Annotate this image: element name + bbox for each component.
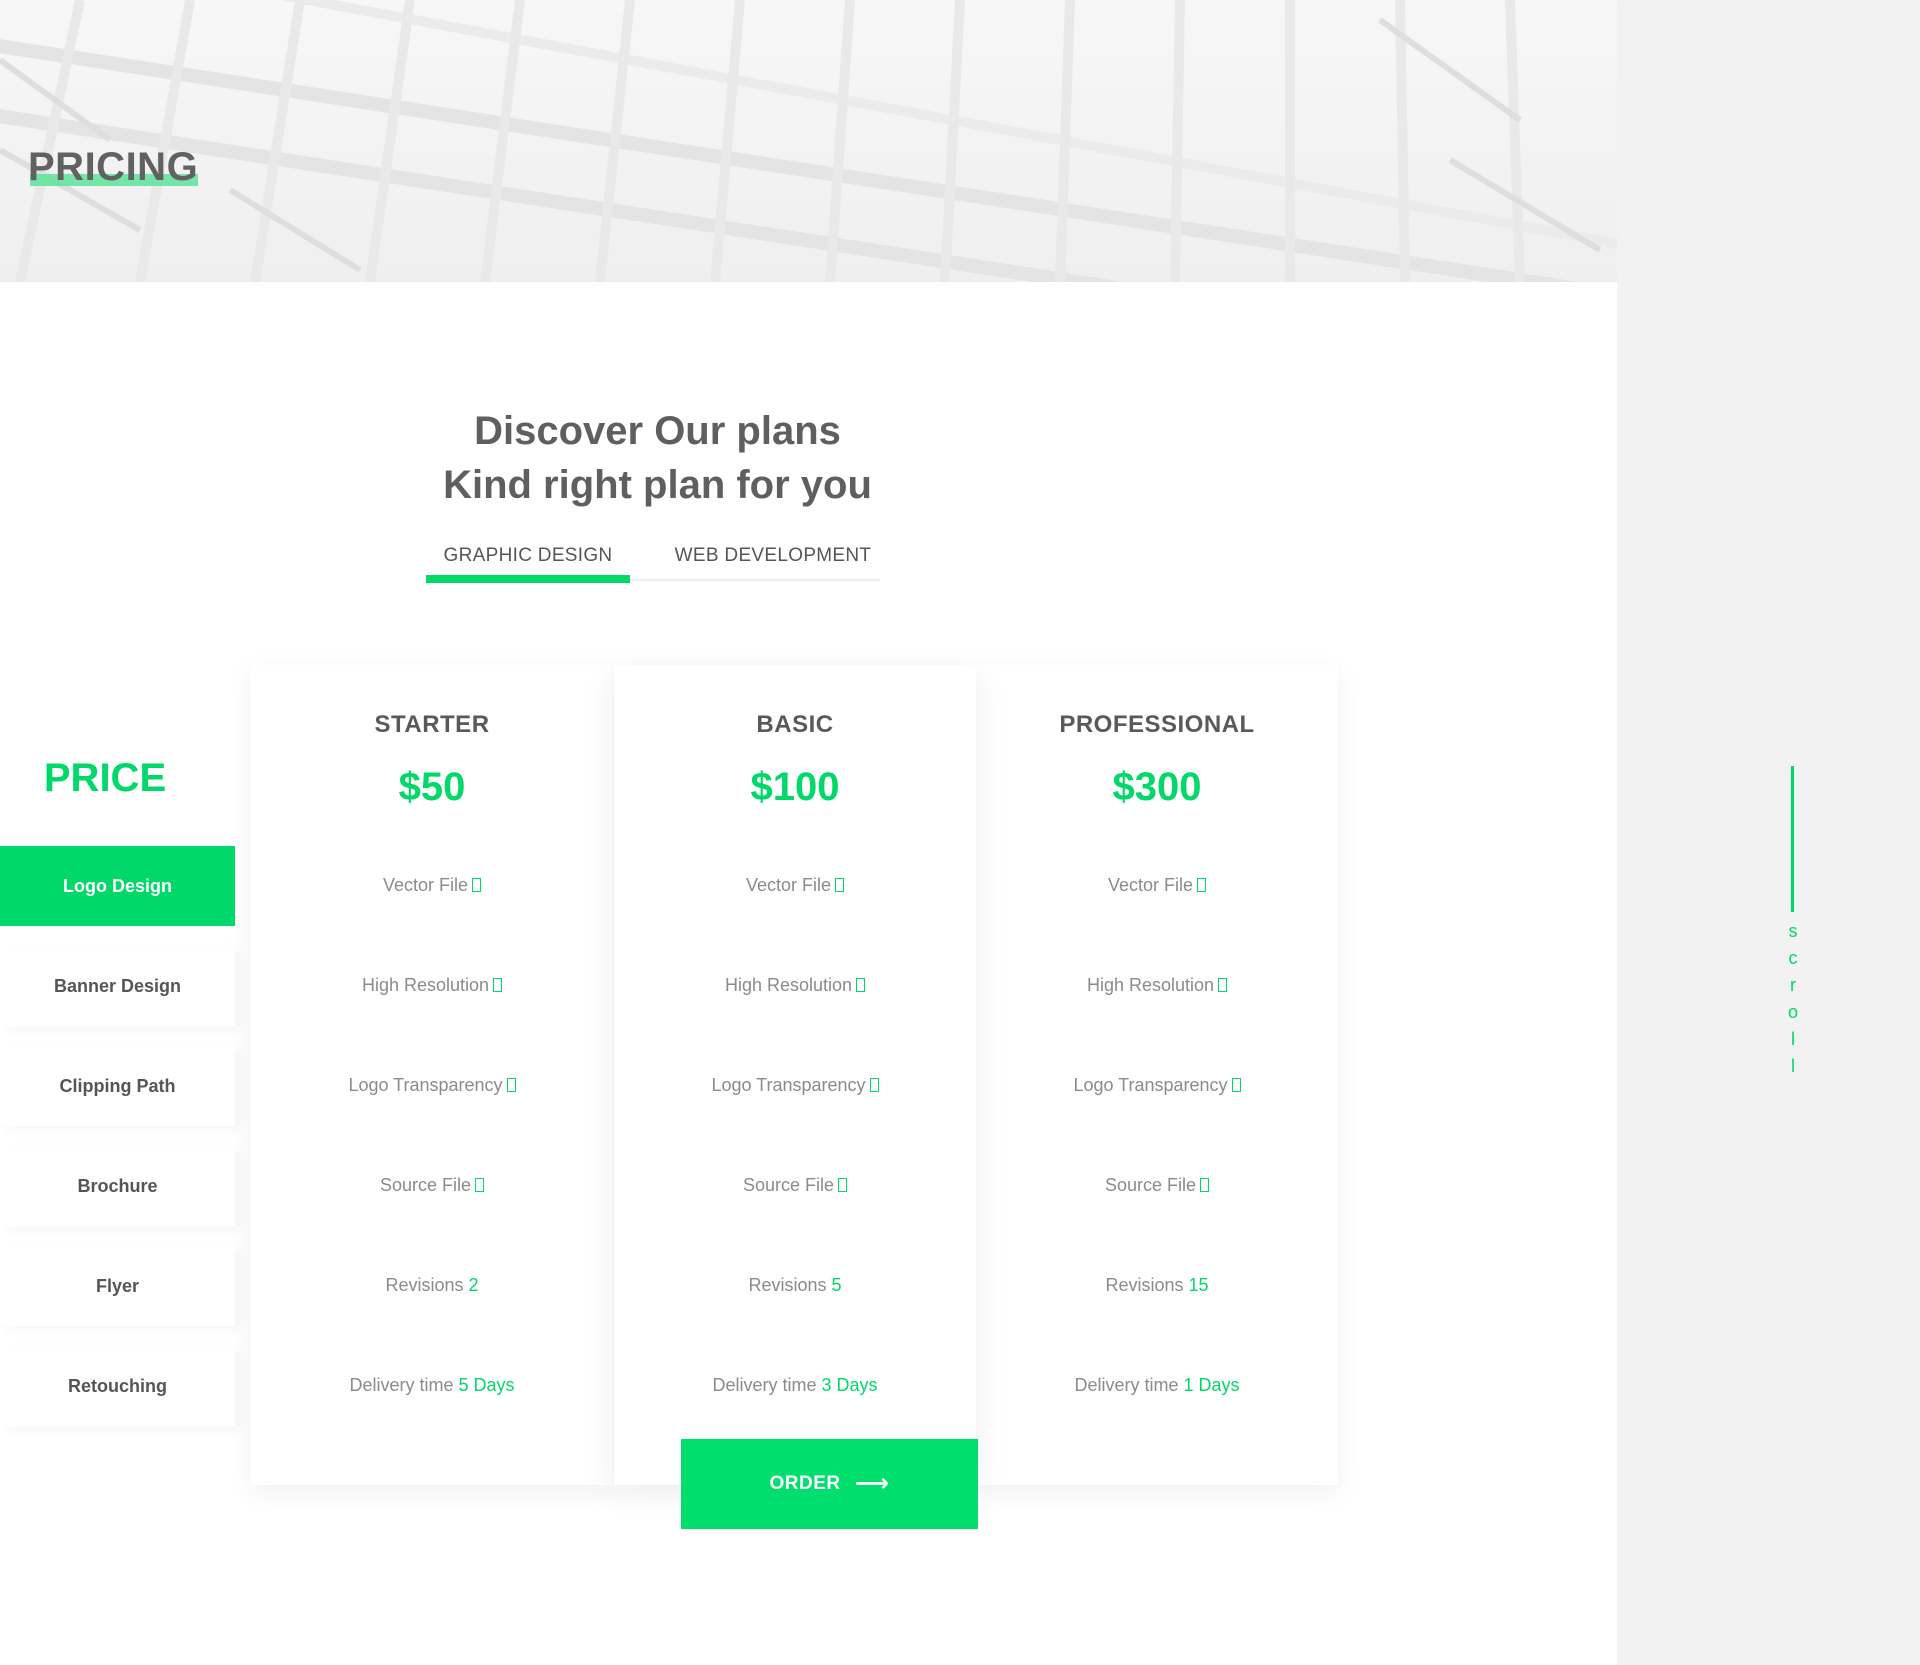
arrow-right-icon: ⟶ [854, 1470, 890, 1497]
feature-revisions: Revisions 2 [251, 1275, 613, 1305]
check-icon [856, 978, 866, 992]
feature-label: Revisions [385, 1275, 464, 1295]
scroll-letter: l [1791, 1029, 1795, 1049]
check-icon [506, 1078, 516, 1092]
feature-logo-transparency: Logo Transparency [251, 1075, 613, 1105]
scroll-letter: l [1791, 1056, 1795, 1076]
check-icon [835, 878, 845, 892]
feature-label: High Resolution [1086, 975, 1215, 995]
feature-label: Revisions [1105, 1275, 1184, 1295]
feature-high-resolution: High Resolution [976, 975, 1338, 1005]
order-button-label: ORDER [769, 1473, 841, 1494]
plan-card-professional: PROFESSIONAL $300 Vector File High Resol… [976, 665, 1338, 1485]
feature-label: High Resolution [361, 975, 490, 995]
plan-price: $50 [398, 765, 466, 809]
feature-source-file: Source File [976, 1175, 1338, 1205]
feature-value: 15 [1188, 1275, 1209, 1295]
tab-web-development[interactable]: WEB DEVELOPMENT [666, 545, 880, 581]
scroll-letter: c [1788, 948, 1798, 968]
check-icon [472, 878, 482, 892]
sidebar-item-banner-design[interactable]: Banner Design [0, 946, 235, 1026]
feature-label: Delivery time [349, 1375, 454, 1395]
headline-line-1: Discover Our plans [474, 409, 841, 453]
feature-value: 5 Days [458, 1375, 515, 1395]
feature-value: 2 [468, 1275, 479, 1295]
feature-label: Logo Transparency [348, 1075, 503, 1095]
feature-label: Source File [742, 1175, 835, 1195]
plan-card-starter: STARTER $50 Vector File High Resolution … [251, 665, 613, 1485]
feature-value: 1 Days [1183, 1375, 1240, 1395]
sidebar-item-logo-design[interactable]: Logo Design [0, 846, 235, 926]
feature-source-file: Source File [614, 1175, 976, 1205]
scroll-letter: o [1787, 1002, 1798, 1022]
plan-name: PROFESSIONAL [1059, 711, 1255, 738]
plan-price: $100 [750, 765, 840, 809]
feature-value: 5 [831, 1275, 842, 1295]
check-icon [1200, 1178, 1210, 1192]
hero-banner: PRICING [0, 0, 1617, 282]
feature-label: Source File [1104, 1175, 1197, 1195]
main-content: PRICING Discover Our plans Kind right pl… [0, 0, 1617, 1665]
check-icon [475, 1178, 485, 1192]
feature-revisions: Revisions 15 [976, 1275, 1338, 1305]
section-headline: Discover Our plans Kind right plan for y… [340, 404, 975, 512]
feature-label: Vector File [1107, 875, 1194, 895]
scroll-letter: s [1788, 921, 1798, 941]
hero-background-pattern [0, 0, 1617, 282]
scroll-indicator-line [1791, 766, 1794, 912]
feature-source-file: Source File [251, 1175, 613, 1205]
feature-logo-transparency: Logo Transparency [614, 1075, 976, 1105]
scroll-letter: r [1790, 975, 1796, 995]
feature-delivery-time: Delivery time 1 Days [976, 1375, 1338, 1405]
check-icon [1197, 878, 1207, 892]
check-icon [869, 1078, 879, 1092]
feature-label: Delivery time [1074, 1375, 1179, 1395]
headline-line-2: Kind right plan for you [443, 463, 872, 507]
feature-high-resolution: High Resolution [251, 975, 613, 1005]
feature-label: High Resolution [724, 975, 853, 995]
tab-active-indicator [426, 575, 630, 583]
sidebar-item-flyer[interactable]: Flyer [0, 1246, 235, 1326]
check-icon [1231, 1078, 1241, 1092]
feature-delivery-time: Delivery time 5 Days [251, 1375, 613, 1405]
feature-label: Delivery time [712, 1375, 817, 1395]
order-button[interactable]: ORDER ⟶ [681, 1439, 978, 1529]
feature-delivery-time: Delivery time 3 Days [614, 1375, 976, 1405]
feature-high-resolution: High Resolution [614, 975, 976, 1005]
feature-vector-file: Vector File [614, 875, 976, 905]
plan-price: $300 [1112, 765, 1202, 809]
feature-vector-file: Vector File [251, 875, 613, 905]
check-icon [1218, 978, 1228, 992]
feature-logo-transparency: Logo Transparency [976, 1075, 1338, 1105]
category-tabs: GRAPHIC DESIGN WEB DEVELOPMENT [426, 545, 880, 583]
feature-label: Source File [379, 1175, 472, 1195]
plan-card-basic: BASIC $100 Vector File High Resolution L… [614, 665, 976, 1485]
feature-label: Vector File [745, 875, 832, 895]
feature-revisions: Revisions 5 [614, 1275, 976, 1305]
feature-label: Logo Transparency [1073, 1075, 1228, 1095]
sidebar-item-brochure[interactable]: Brochure [0, 1146, 235, 1226]
check-icon [838, 1178, 848, 1192]
check-icon [493, 978, 503, 992]
plan-name: BASIC [756, 711, 834, 738]
sidebar-item-clipping-path[interactable]: Clipping Path [0, 1046, 235, 1126]
right-rail [1617, 0, 1920, 1665]
feature-value: 3 Days [821, 1375, 878, 1395]
sidebar-item-retouching[interactable]: Retouching [0, 1346, 235, 1426]
plan-name: STARTER [374, 711, 490, 738]
feature-label: Revisions [748, 1275, 827, 1295]
scroll-indicator[interactable]: scroll [1776, 918, 1810, 1080]
price-heading: PRICE [43, 756, 167, 800]
feature-vector-file: Vector File [976, 875, 1338, 905]
feature-label: Logo Transparency [711, 1075, 866, 1095]
feature-label: Vector File [382, 875, 469, 895]
page-title: PRICING [28, 145, 199, 189]
